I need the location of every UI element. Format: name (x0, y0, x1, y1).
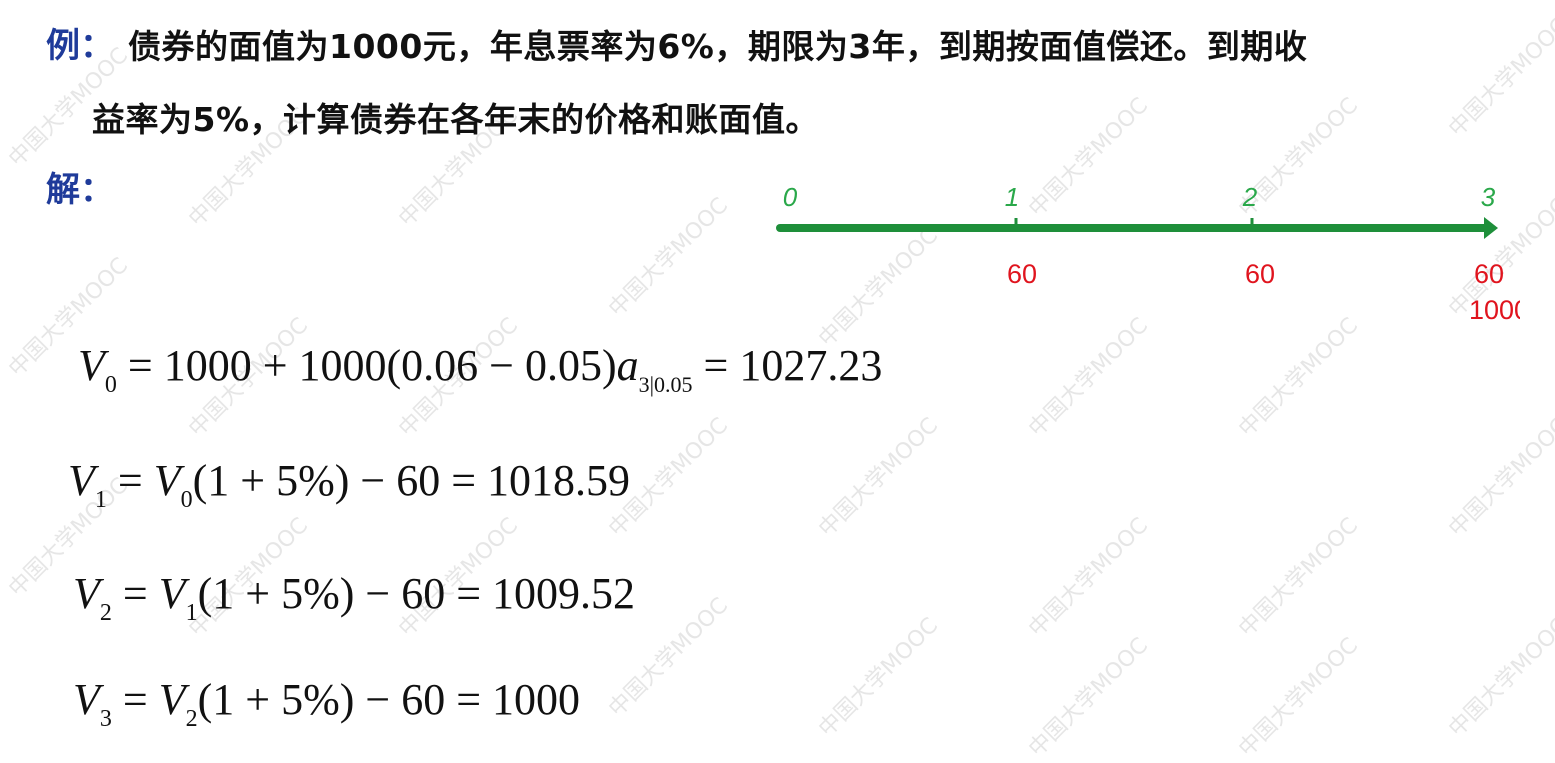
eq3-lhs: V (73, 675, 100, 724)
eq0-lhs-sub: 0 (104, 372, 117, 398)
eq0-lhs: V (78, 341, 105, 390)
eq1-lhs: V (68, 456, 95, 505)
timeline-label-0: 0 (783, 182, 798, 212)
timeline-label-1: 1 (1005, 182, 1019, 212)
cashflow-timeline: 0 1 2 3 60 60 60 1000 (776, 182, 1520, 325)
equation-v0: V0 = 1000 + 1000(0.06 − 0.05)a3|0.05 = 1… (78, 340, 882, 399)
timeline-label-3: 3 (1481, 182, 1496, 212)
eq2-rhs-var-sub: 1 (185, 600, 198, 626)
problem-label: 例： (46, 26, 114, 66)
eq2-rhs-var: V (158, 569, 186, 618)
equation-v2: V2 = V1(1 + 5%) − 60 = 1009.52 (73, 568, 635, 627)
equation-v3: V3 = V2(1 + 5%) − 60 = 1000 (73, 674, 580, 733)
eq3-rhs-var: V (158, 675, 186, 724)
eq1-lhs-sub: 1 (94, 487, 107, 513)
eq3-rhs-var-sub: 2 (185, 706, 198, 732)
eq1-rhs-var: V (153, 456, 181, 505)
timeline-label-2: 2 (1242, 182, 1258, 212)
watermark-text: 中国大学MOOC (1444, 613, 1555, 742)
eq3-rhs-rest: (1 + 5%) − 60 = 1000 (197, 675, 581, 724)
eq0-annuity: a (616, 341, 639, 390)
watermark-text: 中国大学MOOC (1024, 633, 1153, 762)
watermark-text: 中国大学MOOC (1234, 513, 1363, 642)
timeline-arrowhead (1484, 217, 1498, 239)
eq3-lhs-sub: 3 (99, 706, 112, 732)
cashflow-3-principal: 1000 (1469, 295, 1520, 325)
cashflow-3: 60 (1474, 259, 1504, 289)
eq1-rhs-var-sub: 0 (180, 487, 193, 513)
eq0-annuity-sub: 3|0.05 (638, 372, 693, 397)
solution-label: 解： (46, 170, 114, 210)
eq1-equals: = (117, 456, 143, 505)
eq2-lhs: V (73, 569, 100, 618)
watermark-text: 中国大学MOOC (1444, 413, 1555, 542)
watermark-text: 中国大学MOOC (1024, 513, 1153, 642)
watermark-text: 中国大学MOOC (1444, 13, 1555, 142)
problem-text-line1: 债券的面值为1000元，年息票率为6%，期限为3年，到期按面值偿还。到期收 (128, 27, 1308, 66)
watermark-text: 中国大学MOOC (814, 413, 943, 542)
eq2-rhs-rest: (1 + 5%) − 60 = 1009.52 (197, 569, 636, 618)
eq0-rhs: = 1000 + 1000(0.06 − 0.05) (127, 341, 617, 390)
watermark-text: 中国大学MOOC (814, 613, 943, 742)
watermark-text: 中国大学MOOC (604, 193, 733, 322)
eq2-lhs-sub: 2 (99, 600, 112, 626)
equation-v1: V1 = V0(1 + 5%) − 60 = 1018.59 (68, 455, 630, 514)
cashflow-1: 60 (1007, 259, 1037, 289)
problem-text-line2: 益率为5%，计算债券在各年末的价格和账面值。 (92, 100, 820, 139)
eq2-equals: = (122, 569, 148, 618)
watermark-text: 中国大学MOOC (1234, 633, 1363, 762)
eq3-equals: = (122, 675, 148, 724)
eq0-result: = 1027.23 (703, 341, 883, 390)
cashflow-2: 60 (1245, 259, 1275, 289)
eq1-rhs-rest: (1 + 5%) − 60 = 1018.59 (192, 456, 631, 505)
